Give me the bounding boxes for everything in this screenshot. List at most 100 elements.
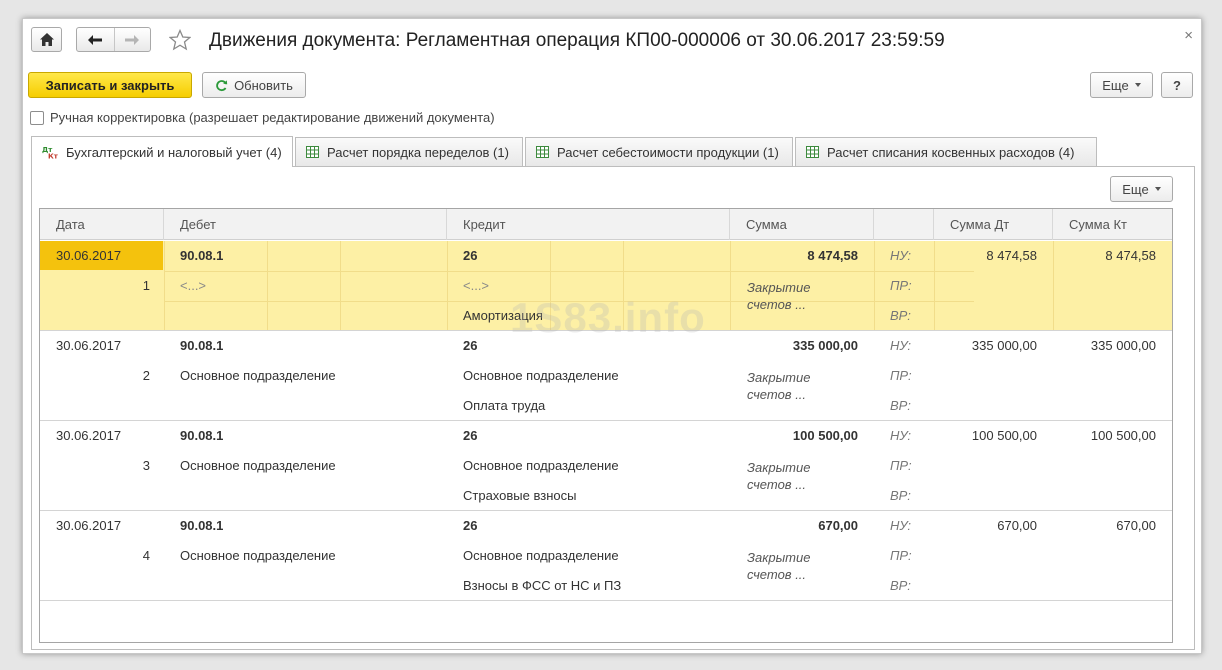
tab-processing-order[interactable]: Расчет порядка переделов (1) [295, 137, 523, 166]
cell-debit-acc[interactable]: 90.08.1 [180, 331, 430, 361]
cell-sum-kt[interactable]: 8 474,58 [1058, 241, 1156, 271]
cell-pr[interactable]: ПР: [890, 541, 930, 571]
manual-edit-label[interactable]: Ручная корректировка (разрешает редактир… [50, 110, 495, 125]
cell-credit-sub2[interactable]: Страховые взносы [463, 481, 713, 511]
cell-debit-acc[interactable]: 90.08.1 [180, 241, 430, 271]
table-icon [306, 146, 319, 158]
tab-product-cost[interactable]: Расчет себестоимости продукции (1) [525, 137, 793, 166]
cell-credit-acc[interactable]: 26 [463, 241, 713, 271]
cell-num[interactable]: 2 [100, 361, 150, 391]
cell-credit-sub2[interactable]: Оплата труда [463, 391, 713, 421]
cell-sum[interactable]: 100 500,00 [740, 421, 858, 451]
arrow-right-icon [125, 34, 140, 45]
dt-kt-icon: Дт Кт [42, 145, 58, 159]
table-row[interactable]: 30.06.2017 2 90.08.1 Основное подразделение… [40, 331, 1172, 421]
manual-edit-checkbox[interactable] [30, 110, 44, 125]
cell-debit-sub1[interactable]: <...> [180, 271, 430, 301]
cell-vr[interactable]: ВР: [890, 571, 930, 601]
more-label: Еще [1122, 181, 1149, 197]
chevron-down-icon [1154, 187, 1161, 191]
cell-debit-sub1[interactable]: Основное подразделение [180, 541, 430, 571]
cell-nu[interactable]: НУ: [890, 241, 930, 271]
cell-divider [934, 241, 935, 330]
movements-table[interactable]: Дата Дебет Кредит Сумма Сумма Дт Сумма К… [39, 208, 1173, 643]
column-accounting-type[interactable] [874, 209, 934, 240]
cell-debit-acc[interactable]: 90.08.1 [180, 511, 430, 541]
cell-credit-sub1[interactable]: Основное подразделение [463, 541, 713, 571]
cell-date[interactable]: 30.06.2017 [56, 241, 156, 271]
cell-vr[interactable]: ВР: [890, 301, 930, 331]
cell-debit-acc[interactable]: 90.08.1 [180, 421, 430, 451]
cell-num[interactable]: 1 [100, 271, 150, 301]
help-button[interactable]: ? [1161, 72, 1193, 98]
column-sum[interactable]: Сумма [730, 209, 874, 240]
cell-nu[interactable]: НУ: [890, 331, 930, 361]
more-label: Еще [1102, 77, 1129, 93]
cell-date[interactable]: 30.06.2017 [56, 421, 156, 451]
forward-button[interactable] [113, 28, 151, 51]
cell-sum-kt[interactable]: 335 000,00 [1058, 331, 1156, 361]
cell-vr[interactable]: ВР: [890, 481, 930, 511]
cell-date[interactable]: 30.06.2017 [56, 511, 156, 541]
close-icon[interactable]: × [1184, 27, 1193, 44]
cell-sum-kt[interactable]: 100 500,00 [1058, 421, 1156, 451]
cell-credit-sub1[interactable]: <...> [463, 271, 713, 301]
refresh-label: Обновить [234, 77, 293, 93]
cell-date[interactable]: 30.06.2017 [56, 331, 156, 361]
tab-content: Еще Дата Дебет Кредит Сумма Сумма Дт Сум… [31, 166, 1195, 650]
refresh-icon [215, 79, 228, 92]
table-row[interactable]: 30.06.2017 4 90.08.1 Основное подразделение… [40, 511, 1172, 601]
grid-more-button[interactable]: Еще [1110, 176, 1173, 202]
title-bar: Движения документа: Регламентная операци… [23, 19, 1201, 63]
cell-sum[interactable]: 670,00 [740, 511, 858, 541]
cell-sum-dt[interactable]: 8 474,58 [940, 241, 1037, 271]
cell-credit-acc[interactable]: 26 [463, 511, 713, 541]
cell-pr[interactable]: ПР: [890, 451, 930, 481]
favorite-star-button[interactable] [168, 28, 192, 54]
cell-credit-sub2[interactable]: Взносы в ФСС от НС и ПЗ [463, 571, 713, 601]
cell-nu[interactable]: НУ: [890, 511, 930, 541]
cell-credit-sub1[interactable]: Основное подразделение [463, 361, 713, 391]
refresh-button[interactable]: Обновить [202, 72, 306, 98]
cell-credit-sub2[interactable]: Амортизация [463, 301, 713, 331]
save-and-close-button[interactable]: Записать и закрыть [28, 72, 192, 98]
home-button[interactable] [31, 27, 62, 52]
column-debit[interactable]: Дебет [164, 209, 447, 240]
cell-debit-sub1[interactable]: Основное подразделение [180, 451, 430, 481]
tab-label: Расчет списания косвенных расходов (4) [827, 144, 1075, 160]
cell-credit-acc[interactable]: 26 [463, 421, 713, 451]
cell-credit-sub1[interactable]: Основное подразделение [463, 451, 713, 481]
table-row[interactable]: 30.06.2017 3 90.08.1 Основное подразделение… [40, 421, 1172, 511]
column-sum-kt[interactable]: Сумма Кт [1053, 209, 1172, 240]
cell-comment[interactable]: Закрытие счетов ... [747, 549, 825, 583]
cell-debit-sub1[interactable]: Основное подразделение [180, 361, 430, 391]
table-row[interactable]: 30.06.2017 1 90.08.1 <...> 26 <...> Амортизаци… [40, 241, 1172, 331]
more-menu-button[interactable]: Еще [1090, 72, 1153, 98]
column-sum-dt[interactable]: Сумма Дт [934, 209, 1053, 240]
cell-credit-acc[interactable]: 26 [463, 331, 713, 361]
cell-sum[interactable]: 335 000,00 [740, 331, 858, 361]
cell-num[interactable]: 3 [100, 451, 150, 481]
cell-divider [447, 241, 448, 330]
cell-sum[interactable]: 8 474,58 [740, 241, 858, 271]
cell-num[interactable]: 4 [100, 541, 150, 571]
cell-nu[interactable]: НУ: [890, 421, 930, 451]
column-credit[interactable]: Кредит [447, 209, 730, 240]
cell-sum-dt[interactable]: 100 500,00 [940, 421, 1037, 451]
chevron-down-icon [1134, 83, 1141, 87]
cell-pr[interactable]: ПР: [890, 361, 930, 391]
cell-comment[interactable]: Закрытие счетов ... [747, 279, 825, 313]
tab-indirect-costs[interactable]: Расчет списания косвенных расходов (4) [795, 137, 1097, 166]
back-button[interactable] [77, 28, 114, 51]
tab-accounting[interactable]: Дт Кт Бухгалтерский и налоговый учет (4) [31, 136, 293, 167]
cell-pr[interactable]: ПР: [890, 271, 930, 301]
cell-divider [730, 241, 731, 330]
cell-sum-dt[interactable]: 335 000,00 [940, 331, 1037, 361]
cell-comment[interactable]: Закрытие счетов ... [747, 459, 825, 493]
cell-sum-dt[interactable]: 670,00 [940, 511, 1037, 541]
column-date[interactable]: Дата [40, 209, 164, 240]
tab-label: Расчет себестоимости продукции (1) [557, 144, 779, 160]
cell-comment[interactable]: Закрытие счетов ... [747, 369, 825, 403]
cell-vr[interactable]: ВР: [890, 391, 930, 421]
cell-sum-kt[interactable]: 670,00 [1058, 511, 1156, 541]
